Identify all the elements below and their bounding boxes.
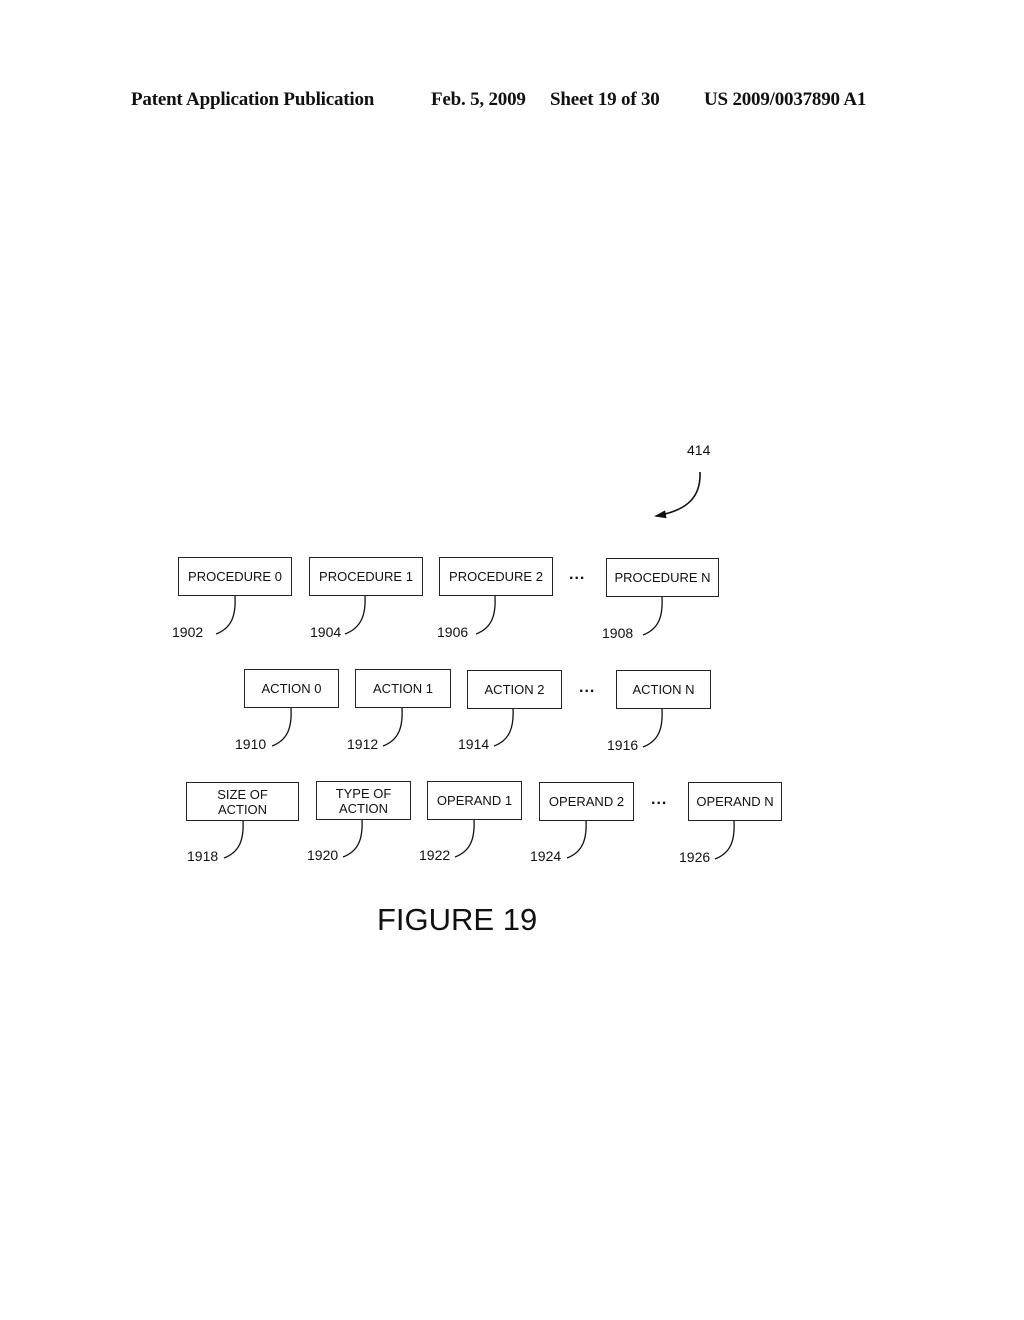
leader-1922	[454, 818, 475, 858]
procedure-2-box: PROCEDURE 2	[439, 557, 553, 596]
publication-title: Patent Application Publication	[131, 89, 375, 110]
leader-1926	[714, 820, 735, 860]
size-of-action-line1: SIZE OF	[217, 786, 268, 802]
leader-1912	[382, 707, 403, 747]
operand-2-box: OPERAND 2	[539, 782, 634, 821]
size-of-action-line2: ACTION	[217, 801, 268, 817]
action-1-box: ACTION 1	[355, 669, 451, 708]
action-ellipsis: ...	[579, 679, 596, 696]
ref-1924: 1924	[530, 848, 562, 864]
leader-1904	[344, 595, 366, 635]
operand-1-box: OPERAND 1	[427, 781, 522, 820]
type-of-action-box: TYPE OF ACTION	[316, 781, 411, 820]
leader-1914	[493, 707, 514, 747]
operand-n-box: OPERAND N	[688, 782, 782, 821]
ref-1912: 1912	[347, 736, 379, 752]
leader-1908	[642, 596, 663, 636]
operand-ellipsis: ...	[651, 791, 668, 808]
type-of-action-line1: TYPE OF	[335, 785, 392, 801]
ref-1926: 1926	[679, 849, 711, 865]
ref-1910: 1910	[235, 736, 267, 752]
pointer-arrow-414	[654, 471, 701, 519]
leader-lines	[215, 471, 735, 860]
procedure-0-box: PROCEDURE 0	[178, 557, 292, 596]
ref-1904: 1904	[310, 624, 342, 640]
publication-date: Feb. 5, 2009	[431, 89, 526, 110]
action-2-box: ACTION 2	[467, 670, 562, 709]
leader-1920	[342, 818, 363, 858]
ref-414: 414	[687, 442, 711, 458]
leader-1918	[223, 819, 244, 859]
type-of-action-line2: ACTION	[338, 800, 389, 816]
ref-1916: 1916	[607, 737, 639, 753]
patent-number: US 2009/0037890 A1	[704, 89, 867, 110]
leader-1916	[642, 708, 663, 748]
ref-1906: 1906	[437, 624, 469, 640]
leader-1910	[271, 707, 292, 747]
action-n-box: ACTION N	[616, 670, 711, 709]
size-of-action-box: SIZE OF ACTION	[186, 782, 299, 821]
leader-1902	[215, 595, 236, 635]
leader-1906	[475, 595, 496, 635]
ref-1902: 1902	[172, 624, 204, 640]
leader-1924	[566, 819, 587, 859]
ref-1920: 1920	[307, 847, 339, 863]
ref-1908: 1908	[602, 625, 634, 641]
procedure-ellipsis: ...	[569, 566, 586, 583]
procedure-n-box: PROCEDURE N	[606, 558, 719, 597]
figure-caption: FIGURE 19	[377, 902, 538, 937]
sheet-number: Sheet 19 of 30	[550, 89, 660, 110]
ref-1922: 1922	[419, 847, 451, 863]
ref-1914: 1914	[458, 736, 490, 752]
procedure-1-box: PROCEDURE 1	[309, 557, 423, 596]
action-0-box: ACTION 0	[244, 669, 339, 708]
ref-1918: 1918	[187, 848, 219, 864]
